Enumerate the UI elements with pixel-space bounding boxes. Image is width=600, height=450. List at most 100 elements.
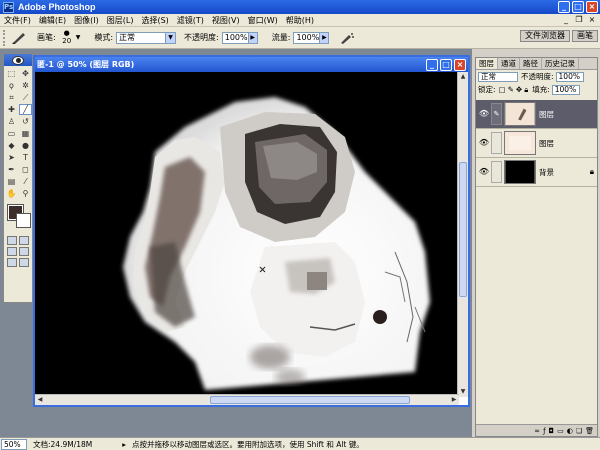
layer-thumbnail bbox=[504, 160, 536, 184]
layer-link-cell[interactable] bbox=[491, 161, 502, 183]
flow-field[interactable]: 100% ▶ bbox=[293, 31, 330, 44]
brush-label: 画笔: bbox=[37, 33, 56, 42]
menu-window[interactable]: 窗口(W) bbox=[244, 15, 282, 26]
magic-wand-icon[interactable]: ✲ bbox=[19, 80, 32, 91]
gradient-tool-icon[interactable]: ▦ bbox=[19, 128, 32, 139]
layer-row[interactable]: 👁︎ 图层 bbox=[476, 129, 597, 158]
standard-screen-icon[interactable] bbox=[7, 247, 17, 256]
brush-picker[interactable]: ● 20 bbox=[59, 29, 75, 47]
options-grip[interactable] bbox=[3, 29, 7, 46]
scroll-down-icon[interactable]: ▼ bbox=[458, 387, 468, 397]
eyedropper-icon[interactable]: ⁄ bbox=[19, 176, 32, 187]
document-maximize-button[interactable]: □ bbox=[440, 58, 452, 71]
visibility-eye-icon[interactable]: 👁︎ bbox=[478, 166, 490, 178]
new-layer-icon[interactable]: ❏ bbox=[576, 427, 582, 435]
vertical-scroll-thumb[interactable] bbox=[459, 162, 467, 297]
tab-history[interactable]: 历史记录 bbox=[542, 58, 579, 69]
shape-tool-icon[interactable]: ◻ bbox=[19, 164, 32, 175]
layer-opacity-field[interactable]: 100% bbox=[555, 71, 584, 82]
scroll-right-icon[interactable]: ▶ bbox=[449, 395, 459, 405]
horizontal-scroll-thumb[interactable] bbox=[210, 396, 410, 404]
trash-icon[interactable]: 🗑︎ bbox=[585, 427, 594, 435]
layer-style-icon[interactable]: ƒ bbox=[543, 427, 545, 435]
zoom-tool-icon[interactable]: ⚲ bbox=[19, 188, 32, 199]
doc-close-button[interactable]: × bbox=[587, 15, 597, 25]
scroll-up-icon[interactable]: ▲ bbox=[458, 72, 468, 82]
doc-minimize-button[interactable]: _ bbox=[561, 15, 571, 25]
menu-image[interactable]: 图像(I) bbox=[70, 15, 103, 26]
document-info[interactable]: 文档:24.9M/18M bbox=[33, 439, 92, 450]
fill-field[interactable]: 100% bbox=[551, 84, 580, 95]
menu-file[interactable]: 文件(F) bbox=[0, 15, 35, 26]
full-screen-icon[interactable] bbox=[19, 258, 29, 267]
lock-all-icon[interactable]: 🔒︎ bbox=[524, 85, 528, 95]
brush-link-icon[interactable]: ✎ bbox=[491, 103, 502, 125]
layer-set-icon[interactable]: ▭ bbox=[557, 427, 564, 435]
jump-to-imageready-icon[interactable] bbox=[7, 258, 17, 267]
document-close-button[interactable]: × bbox=[454, 58, 466, 71]
layer-link-cell[interactable] bbox=[491, 132, 502, 154]
adobe-eye-icon[interactable] bbox=[12, 55, 24, 65]
menu-edit[interactable]: 编辑(E) bbox=[35, 15, 70, 26]
scroll-left-icon[interactable]: ◀ bbox=[35, 395, 45, 405]
link-layers-icon[interactable]: ∞ bbox=[534, 427, 540, 435]
menu-filter[interactable]: 滤镜(T) bbox=[173, 15, 208, 26]
zoom-field[interactable]: 50% bbox=[1, 438, 27, 450]
menu-layer[interactable]: 图层(L) bbox=[103, 15, 138, 26]
layer-mask-icon[interactable]: ◘ bbox=[549, 427, 555, 435]
tool-preset-picker[interactable] bbox=[9, 30, 29, 46]
visibility-eye-icon[interactable]: 👁︎ bbox=[478, 108, 490, 120]
visibility-eye-icon[interactable]: 👁︎ bbox=[478, 137, 490, 149]
menu-select[interactable]: 选择(S) bbox=[137, 15, 172, 26]
hand-tool-icon[interactable]: ✋ bbox=[5, 188, 18, 199]
blur-tool-icon[interactable]: ◆ bbox=[5, 140, 18, 151]
dodge-tool-icon[interactable]: ● bbox=[19, 140, 32, 151]
path-selection-icon[interactable]: ➤ bbox=[5, 152, 18, 163]
brush-tool-icon[interactable]: ╱ bbox=[19, 104, 32, 115]
adjustment-layer-icon[interactable]: ◐ bbox=[567, 427, 573, 435]
brushes-tab[interactable]: 画笔 bbox=[572, 30, 598, 42]
doc-restore-button[interactable]: ❐ bbox=[574, 15, 584, 25]
type-tool-icon[interactable]: T bbox=[19, 152, 32, 163]
pen-tool-icon[interactable]: ✒ bbox=[5, 164, 18, 175]
lasso-tool-icon[interactable]: ϙ bbox=[5, 80, 18, 91]
tab-layers[interactable]: 图层 bbox=[476, 58, 498, 69]
document-title-bar[interactable]: 匿-1 @ 50% (图层 RGB) _ □ × bbox=[35, 57, 468, 72]
brush-picker-arrow-icon[interactable]: ▼ bbox=[76, 34, 81, 41]
file-browser-tab[interactable]: 文件浏览器 bbox=[520, 30, 570, 42]
blend-mode-select[interactable]: 正常 bbox=[478, 71, 518, 82]
crop-tool-icon[interactable]: ⌗ bbox=[5, 92, 18, 103]
app-title: Adobe Photoshop bbox=[18, 2, 96, 12]
marquee-tool-icon[interactable]: ⬚ bbox=[5, 68, 18, 79]
vertical-scrollbar[interactable]: ▲ ▼ bbox=[457, 72, 468, 397]
mode-select[interactable]: 正常 ▼ bbox=[116, 31, 177, 44]
document-minimize-button[interactable]: _ bbox=[426, 58, 438, 71]
eraser-tool-icon[interactable]: ▭ bbox=[5, 128, 18, 139]
minimize-button[interactable]: _ bbox=[558, 1, 570, 13]
menu-view[interactable]: 视图(V) bbox=[208, 15, 244, 26]
tab-paths[interactable]: 路径 bbox=[520, 58, 542, 69]
notes-tool-icon[interactable]: ▤ bbox=[5, 176, 18, 187]
layer-row[interactable]: 👁︎ ✎ 图层 bbox=[476, 100, 597, 129]
layer-row[interactable]: 👁︎ 背景 🔒︎ bbox=[476, 158, 597, 187]
clone-stamp-icon[interactable]: ♙ bbox=[5, 116, 18, 127]
maximize-button[interactable]: □ bbox=[572, 1, 584, 13]
airbrush-icon[interactable] bbox=[339, 31, 355, 45]
lock-paint-icon[interactable]: ✎ bbox=[508, 85, 514, 94]
tab-channels[interactable]: 通道 bbox=[498, 58, 520, 69]
move-tool-icon[interactable]: ✥ bbox=[19, 68, 32, 79]
horizontal-scrollbar[interactable]: ◀ ▶ bbox=[35, 394, 459, 405]
background-color-swatch[interactable] bbox=[16, 213, 31, 228]
lock-move-icon[interactable]: ✥ bbox=[516, 85, 522, 94]
healing-brush-icon[interactable]: ✚ bbox=[5, 104, 18, 115]
history-brush-icon[interactable]: ↺ bbox=[19, 116, 32, 127]
full-screen-menu-icon[interactable] bbox=[19, 247, 29, 256]
canvas[interactable] bbox=[35, 72, 459, 397]
quick-mask-mode-icon[interactable] bbox=[19, 236, 29, 245]
opacity-field[interactable]: 100% ▶ bbox=[221, 31, 258, 44]
lock-transparency-icon[interactable]: ▢ bbox=[499, 85, 506, 94]
close-button[interactable]: × bbox=[586, 1, 598, 13]
menu-help[interactable]: 帮助(H) bbox=[282, 15, 318, 26]
standard-mode-icon[interactable] bbox=[7, 236, 17, 245]
slice-tool-icon[interactable]: ⟋ bbox=[19, 92, 32, 103]
